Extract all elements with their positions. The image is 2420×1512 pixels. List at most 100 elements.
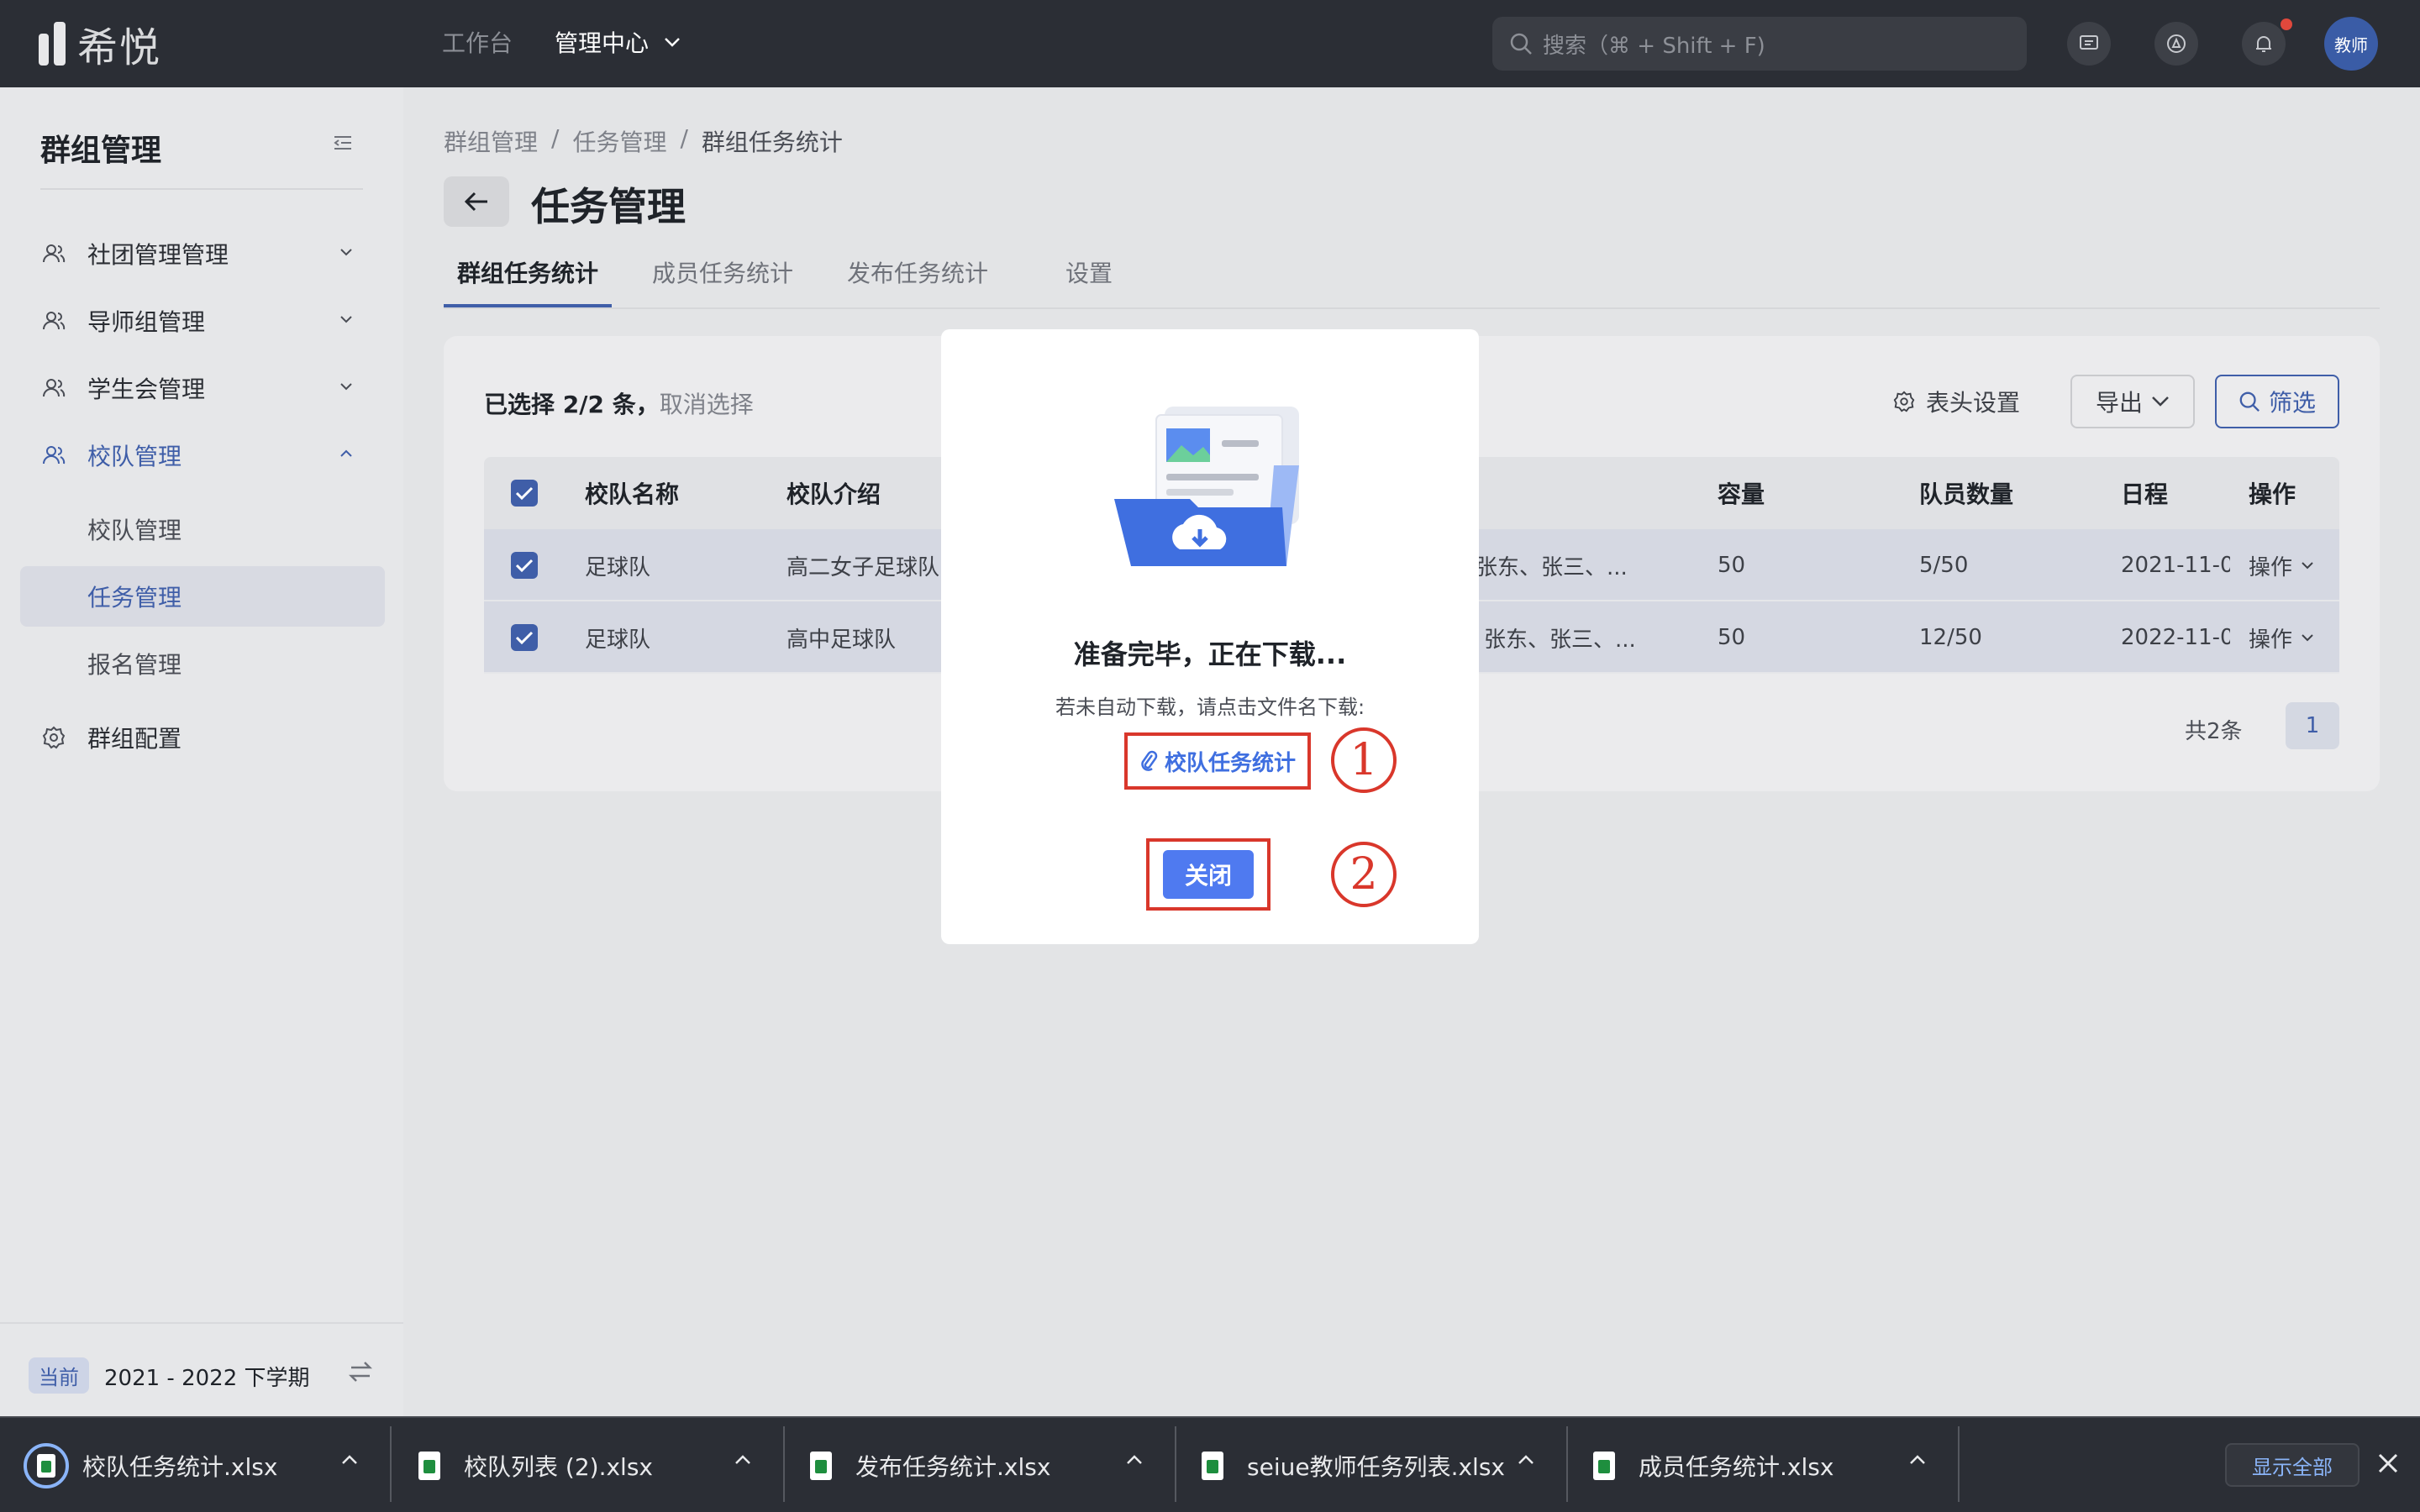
- message-icon: [2080, 35, 2098, 50]
- tab-settings[interactable]: 设置: [1065, 255, 1113, 289]
- row-action-dropdown[interactable]: 操作: [2249, 601, 2314, 674]
- row-action-label: 操作: [2249, 627, 2293, 653]
- row-action-dropdown[interactable]: 操作: [2249, 529, 2314, 601]
- tab-group-task-stats[interactable]: 群组任务统计: [457, 255, 598, 289]
- close-icon[interactable]: [2375, 1450, 2402, 1477]
- row-checkbox[interactable]: [511, 529, 538, 601]
- download-dialog: 准备完毕，正在下载... 若未自动下载，请点击文件名下载: 校队任务统计 1 关…: [941, 329, 1479, 944]
- search-icon: [1510, 33, 1532, 55]
- user-group-icon: [40, 307, 67, 334]
- download-item[interactable]: 校队任务统计.xlsx: [0, 1418, 392, 1512]
- members-cell: 张东、张三、...: [1476, 554, 1628, 580]
- gear-icon: [40, 724, 67, 751]
- back-button[interactable]: [444, 176, 509, 227]
- sidebar-subitem-team-management[interactable]: 校队管理: [87, 512, 182, 546]
- download-item[interactable]: 校队列表 (2).xlsx: [393, 1418, 785, 1512]
- app-store-button[interactable]: [2154, 22, 2198, 66]
- message-button[interactable]: [2067, 22, 2111, 66]
- notification-button[interactable]: [2242, 22, 2286, 66]
- app-logo[interactable]: 希悦: [39, 20, 161, 71]
- user-group-icon: [40, 240, 67, 267]
- export-label: 导出: [2095, 389, 2143, 417]
- chevron-up-icon[interactable]: [734, 1453, 751, 1465]
- sidebar-item-mentor-groups[interactable]: 导师组管理: [40, 301, 363, 341]
- team-name-cell: 足球队: [585, 627, 651, 653]
- tab-member-task-stats[interactable]: 成员任务统计: [652, 255, 793, 289]
- chevron-down-icon: [2302, 634, 2313, 642]
- user-group-icon: [40, 375, 67, 402]
- sidebar-item-school-teams[interactable]: 校队管理: [40, 435, 363, 475]
- sidebar-item-group-config[interactable]: 群组配置: [40, 717, 363, 758]
- chevron-down-icon: [340, 316, 352, 323]
- search-icon: [2239, 391, 2260, 412]
- download-file-name: 校队任务统计: [1164, 750, 1296, 776]
- column-header: 校队名称: [585, 480, 680, 508]
- sidebar-item-label: 社团管理管理: [87, 241, 229, 269]
- bell-icon: [2256, 36, 2271, 52]
- table-settings-button[interactable]: 表头设置: [1892, 385, 2020, 418]
- download-file-link[interactable]: 校队任务统计: [1124, 732, 1311, 790]
- download-item[interactable]: 成员任务统计.xlsx: [1568, 1418, 1960, 1512]
- avatar[interactable]: 教师: [2324, 17, 2378, 71]
- page-number[interactable]: 1: [2286, 702, 2339, 749]
- sidebar-subitem-registration[interactable]: 报名管理: [87, 647, 182, 680]
- download-file-name: 校队列表 (2).xlsx: [464, 1453, 653, 1481]
- chevron-up-icon[interactable]: [1126, 1453, 1143, 1465]
- cancel-selection-link[interactable]: 取消选择: [660, 391, 754, 418]
- notification-dot: [2281, 18, 2292, 30]
- tab-publish-task-stats[interactable]: 发布任务统计: [847, 255, 988, 289]
- nav-admin-center[interactable]: 管理中心: [555, 25, 681, 59]
- sidebar-collapse-button[interactable]: [331, 131, 355, 158]
- breadcrumb-item[interactable]: 群组管理: [444, 124, 538, 158]
- date-cell: 2022-11-08: [2121, 625, 2230, 650]
- date-cell: 2021-11-01: [2121, 553, 2230, 578]
- select-all-checkbox[interactable]: [511, 457, 538, 529]
- chevron-up-icon: [340, 449, 352, 457]
- chevron-up-icon[interactable]: [341, 1453, 358, 1465]
- gear-icon: [1893, 391, 1915, 412]
- spreadsheet-file-icon: [810, 1452, 834, 1480]
- filter-button[interactable]: 筛选: [2215, 375, 2339, 428]
- breadcrumb-item[interactable]: 任务管理: [572, 124, 666, 158]
- sidebar-item-label: 群组配置: [87, 725, 182, 753]
- download-item[interactable]: seiue教师任务列表.xlsx: [1176, 1418, 1568, 1512]
- sidebar-item-clubs[interactable]: 社团管理管理: [40, 234, 363, 274]
- nav-workbench[interactable]: 工作台: [442, 25, 513, 59]
- column-header: 校队介绍: [786, 480, 881, 508]
- selection-count: 已选择 2/2 条，: [484, 391, 660, 418]
- spreadsheet-file-icon: [1593, 1452, 1617, 1480]
- column-header: 容量: [1718, 480, 1765, 508]
- column-header: 日程: [2121, 480, 2169, 508]
- chevron-down-icon: [2302, 562, 2313, 570]
- capacity-cell: 50: [1718, 553, 1746, 578]
- filter-label: 筛选: [2268, 389, 2316, 417]
- row-checkbox[interactable]: [511, 601, 538, 674]
- download-item[interactable]: 发布任务统计.xlsx: [785, 1418, 1176, 1512]
- arrow-left-icon: [464, 192, 487, 212]
- sidebar-divider: [40, 188, 363, 190]
- user-group-icon: [40, 442, 67, 469]
- dialog-description: 若未自动下载，请点击文件名下载:: [1055, 696, 1365, 719]
- export-button[interactable]: 导出: [2070, 375, 2195, 428]
- sidebar-title: 群组管理: [40, 134, 162, 168]
- logo-text: 希悦: [77, 24, 162, 71]
- term-tag: 当前: [29, 1357, 89, 1394]
- swap-icon[interactable]: [348, 1359, 373, 1384]
- sidebar-item-student-union[interactable]: 学生会管理: [40, 368, 363, 408]
- column-header: 队员数量: [1919, 480, 2014, 508]
- close-button[interactable]: 关闭: [1163, 850, 1254, 899]
- search-input[interactable]: 搜索（⌘ + Shift + F): [1492, 17, 2027, 71]
- download-progress-icon: [24, 1443, 69, 1488]
- row-action-label: 操作: [2249, 554, 2293, 580]
- downloads-bar: 校队任务统计.xlsx 校队列表 (2).xlsx 发布任务统计.xlsx se…: [0, 1416, 2420, 1512]
- chevron-up-icon[interactable]: [1518, 1453, 1534, 1465]
- sidebar-subitem-task-management[interactable]: 任务管理: [87, 580, 182, 613]
- chevron-up-icon[interactable]: [1909, 1453, 1926, 1465]
- show-all-downloads-button[interactable]: 显示全部: [2225, 1443, 2360, 1487]
- term-text: 2021 - 2022 下学期: [104, 1366, 310, 1391]
- team-name-cell: 足球队: [585, 554, 651, 580]
- collapse-icon: [334, 136, 351, 150]
- term-selector[interactable]: 当前 2021 - 2022 下学期: [0, 1322, 403, 1416]
- chevron-down-icon: [340, 383, 352, 391]
- team-intro-cell: 高中足球队: [786, 627, 897, 653]
